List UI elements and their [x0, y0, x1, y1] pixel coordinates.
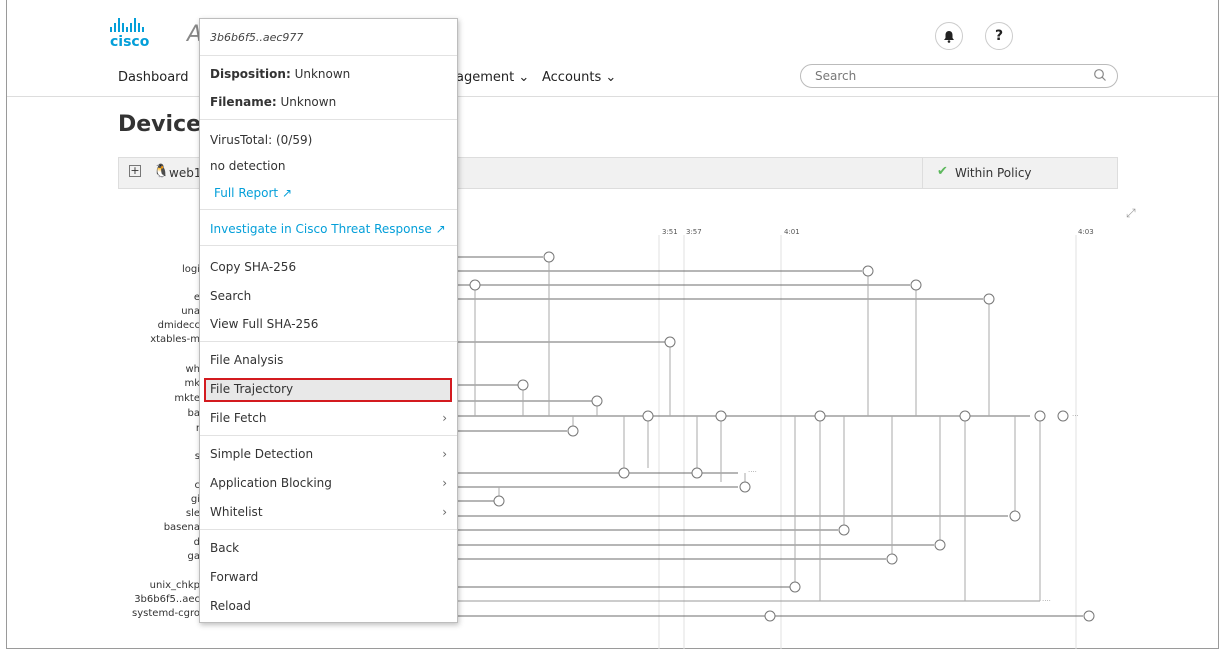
- menu-item-simple-detection[interactable]: Simple Detection: [210, 447, 313, 461]
- menu-divider: [200, 209, 457, 210]
- chevron-right-icon: ›: [442, 411, 447, 425]
- row-label[interactable]: basena: [164, 522, 200, 533]
- menu-divider: [200, 245, 457, 246]
- external-link-icon: ↗: [435, 222, 446, 236]
- investigate-ctr-link[interactable]: Investigate in Cisco Threat Response ↗: [210, 222, 446, 236]
- menu-item-whitelist[interactable]: Whitelist: [210, 505, 263, 519]
- svg-text:····: ····: [748, 468, 757, 476]
- row-label[interactable]: unix_chkp: [150, 580, 200, 591]
- menu-divider: [200, 119, 457, 120]
- chevron-right-icon: ›: [442, 505, 447, 519]
- disposition-value: Unknown: [294, 67, 351, 81]
- menu-item-reload[interactable]: Reload: [210, 599, 251, 613]
- row-label[interactable]: sle: [186, 508, 200, 519]
- disposition-line: Disposition: Unknown: [210, 67, 350, 81]
- full-report-link[interactable]: Full Report ↗: [214, 186, 292, 200]
- investigate-label: Investigate in Cisco Threat Response: [210, 222, 432, 236]
- menu-item-forward[interactable]: Forward: [210, 570, 258, 584]
- menu-item-copy-sha256[interactable]: Copy SHA-256: [210, 260, 296, 274]
- menu-divider: [200, 529, 457, 530]
- time-label: 4:01: [784, 228, 800, 236]
- menu-item-file-fetch[interactable]: File Fetch: [210, 411, 266, 425]
- virustotal-score: VirusTotal: (0/59): [210, 133, 313, 147]
- row-label[interactable]: xtables-m: [150, 334, 200, 345]
- disposition-label: Disposition:: [210, 67, 291, 81]
- row-label[interactable]: 3b6b6f5..aec: [134, 594, 200, 605]
- filename-value: Unknown: [280, 95, 337, 109]
- menu-item-application-blocking[interactable]: Application Blocking: [210, 476, 332, 490]
- menu-item-file-trajectory[interactable]: File Trajectory: [210, 382, 293, 396]
- svg-text:···: ···: [1072, 412, 1079, 420]
- external-link-icon: ↗: [281, 186, 293, 200]
- row-label[interactable]: mkte: [174, 393, 200, 404]
- menu-divider: [200, 435, 457, 436]
- menu-item-file-analysis[interactable]: File Analysis: [210, 353, 283, 367]
- row-label[interactable]: systemd-cgro: [132, 608, 200, 619]
- menu-item-search[interactable]: Search: [210, 289, 251, 303]
- menu-divider: [200, 341, 457, 342]
- svg-text:····: ····: [1042, 597, 1051, 605]
- time-label: 3:51: [662, 228, 678, 236]
- filename-line: Filename: Unknown: [210, 95, 336, 109]
- time-label: 4:03: [1078, 228, 1094, 236]
- row-label[interactable]: mk: [184, 378, 200, 389]
- detection-status: no detection: [210, 159, 286, 173]
- row-label[interactable]: wh: [185, 364, 200, 375]
- file-context-menu: 3b6b6f5..aec977 Disposition: Unknown Fil…: [199, 18, 458, 623]
- file-hash-heading: 3b6b6f5..aec977: [210, 31, 304, 44]
- row-label[interactable]: una: [181, 306, 200, 317]
- menu-divider: [200, 55, 457, 56]
- chevron-right-icon: ›: [442, 476, 447, 490]
- full-report-label: Full Report: [214, 186, 279, 200]
- row-label[interactable]: dmidecc: [158, 320, 200, 331]
- menu-item-back[interactable]: Back: [210, 541, 239, 555]
- trajectory-ellipses: ··· ···· ····: [748, 412, 1079, 605]
- time-label: 3:57: [686, 228, 702, 236]
- filename-label: Filename:: [210, 95, 277, 109]
- menu-item-view-full-sha256[interactable]: View Full SHA-256: [210, 317, 318, 331]
- row-label[interactable]: logi: [182, 264, 200, 275]
- trajectory-nodes: [469, 251, 1095, 622]
- chevron-right-icon: ›: [442, 447, 447, 461]
